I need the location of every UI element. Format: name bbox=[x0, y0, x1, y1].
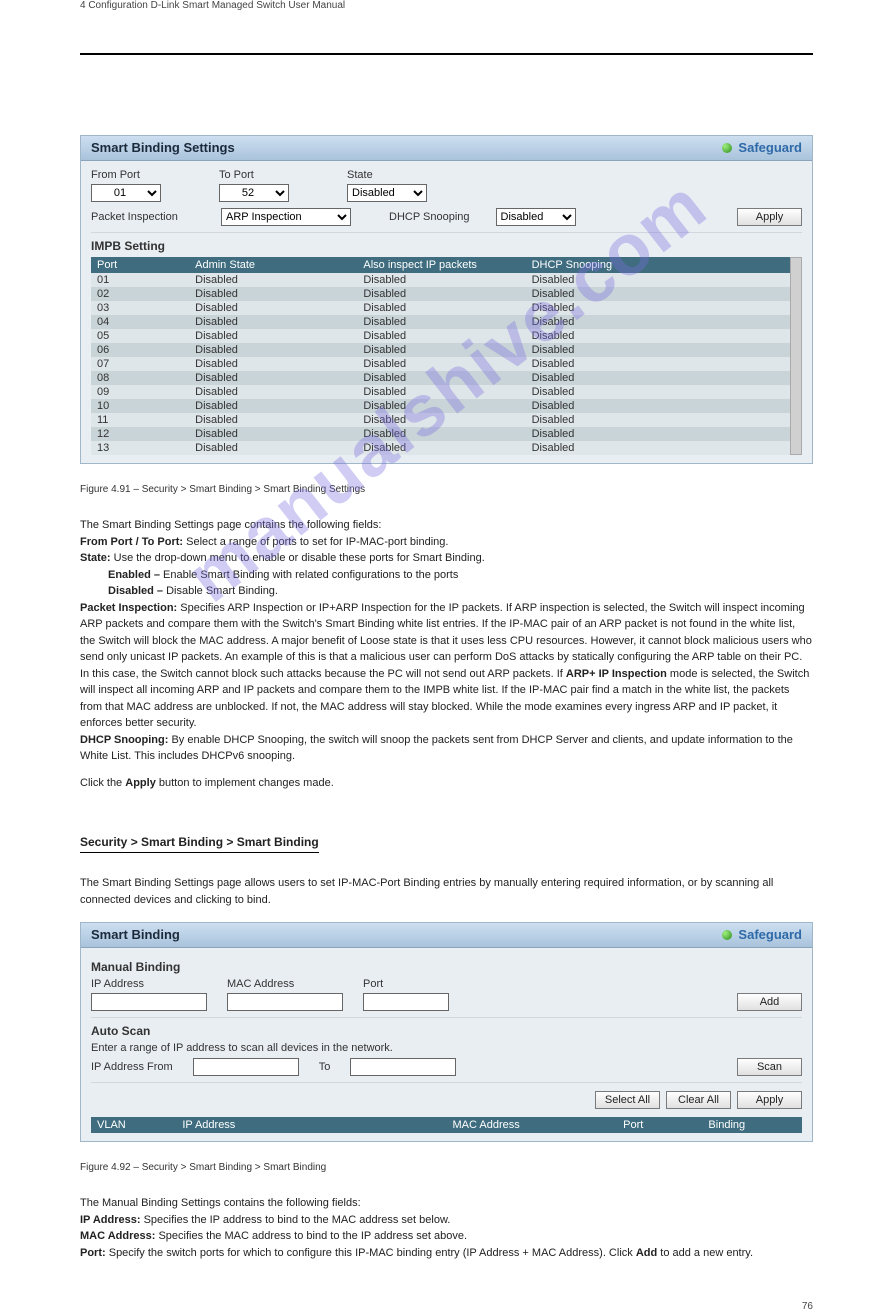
smart-binding-settings-panel: Smart Binding Settings Safeguard From Po… bbox=[80, 135, 813, 464]
from-port-select[interactable]: 01 bbox=[91, 184, 161, 202]
ip-from-label: IP Address From bbox=[91, 1061, 173, 1073]
table-row: 11DisabledDisabledDisabled bbox=[91, 413, 792, 427]
table-row: 01DisabledDisabledDisabled bbox=[91, 273, 792, 287]
footer-description: The Manual Binding Settings contains the… bbox=[80, 1195, 813, 1261]
table-row: 09DisabledDisabledDisabled bbox=[91, 385, 792, 399]
to-port-label: To Port bbox=[219, 169, 289, 181]
status-dot-icon bbox=[722, 143, 732, 153]
description-2: The Smart Binding Settings page allows u… bbox=[80, 875, 813, 908]
ip-from-input[interactable] bbox=[193, 1058, 299, 1076]
manual-binding-title: Manual Binding bbox=[91, 960, 802, 974]
safeguard-badge-2: Safeguard bbox=[722, 923, 802, 947]
packet-inspection-select[interactable]: ARP Inspection bbox=[221, 208, 351, 226]
table-scrollbar[interactable] bbox=[790, 257, 802, 455]
section-heading: Security > Smart Binding > Smart Binding bbox=[80, 835, 319, 853]
ip-to-label: To bbox=[319, 1061, 331, 1073]
table-row: 04DisabledDisabledDisabled bbox=[91, 315, 792, 329]
ip-to-input[interactable] bbox=[350, 1058, 456, 1076]
table-row: 12DisabledDisabledDisabled bbox=[91, 427, 792, 441]
state-select[interactable]: Disabled bbox=[347, 184, 427, 202]
to-port-select[interactable]: 52 bbox=[219, 184, 289, 202]
impb-setting-title: IMPB Setting bbox=[91, 239, 802, 253]
from-port-label: From Port bbox=[91, 169, 161, 181]
table-row: 05DisabledDisabledDisabled bbox=[91, 329, 792, 343]
mac-address-label: MAC Address bbox=[227, 978, 343, 990]
panel-title: Smart Binding Settings bbox=[91, 136, 235, 160]
clear-all-button[interactable]: Clear All bbox=[666, 1091, 731, 1109]
figure-caption-2: Figure 4.92 – Security > Smart Binding >… bbox=[80, 1162, 813, 1173]
ip-address-input[interactable] bbox=[91, 993, 207, 1011]
state-label: State bbox=[347, 169, 427, 181]
apply-button-2[interactable]: Apply bbox=[737, 1091, 802, 1109]
mac-address-input[interactable] bbox=[227, 993, 343, 1011]
smart-binding-panel: Smart Binding Safeguard Manual Binding I… bbox=[80, 922, 813, 1142]
auto-scan-title: Auto Scan bbox=[91, 1024, 802, 1038]
scan-button[interactable]: Scan bbox=[737, 1058, 802, 1076]
packet-inspection-label: Packet Inspection bbox=[91, 211, 201, 223]
panel-title-2: Smart Binding bbox=[91, 923, 180, 947]
page-number: 76 bbox=[80, 1301, 813, 1312]
table-row: 06DisabledDisabledDisabled bbox=[91, 343, 792, 357]
add-button[interactable]: Add bbox=[737, 993, 802, 1011]
table-row: 13DisabledDisabledDisabled bbox=[91, 441, 792, 455]
auto-scan-desc: Enter a range of IP address to scan all … bbox=[91, 1042, 802, 1054]
port-label: Port bbox=[363, 978, 449, 990]
table-row: 02DisabledDisabledDisabled bbox=[91, 287, 792, 301]
safeguard-badge: Safeguard bbox=[722, 136, 802, 160]
status-dot-icon bbox=[722, 930, 732, 940]
table-row: 08DisabledDisabledDisabled bbox=[91, 371, 792, 385]
port-input[interactable] bbox=[363, 993, 449, 1011]
dhcp-snooping-select[interactable]: Disabled bbox=[496, 208, 576, 226]
dhcp-snooping-label: DHCP Snooping bbox=[389, 211, 470, 223]
figure-caption-1: Figure 4.91 – Security > Smart Binding >… bbox=[80, 484, 813, 495]
table-row: 10DisabledDisabledDisabled bbox=[91, 399, 792, 413]
description-1: The Smart Binding Settings page contains… bbox=[80, 517, 813, 791]
binding-table: VLAN IP Address MAC Address Port Binding bbox=[91, 1117, 802, 1133]
apply-button[interactable]: Apply bbox=[737, 208, 802, 226]
select-all-button[interactable]: Select All bbox=[595, 1091, 660, 1109]
ip-address-label: IP Address bbox=[91, 978, 207, 990]
table-row: 03DisabledDisabledDisabled bbox=[91, 301, 792, 315]
impb-table: Port Admin State Also inspect IP packets… bbox=[91, 257, 792, 455]
table-row: 07DisabledDisabledDisabled bbox=[91, 357, 792, 371]
page-header: 4 Configuration D-Link Smart Managed Swi… bbox=[80, 0, 813, 11]
